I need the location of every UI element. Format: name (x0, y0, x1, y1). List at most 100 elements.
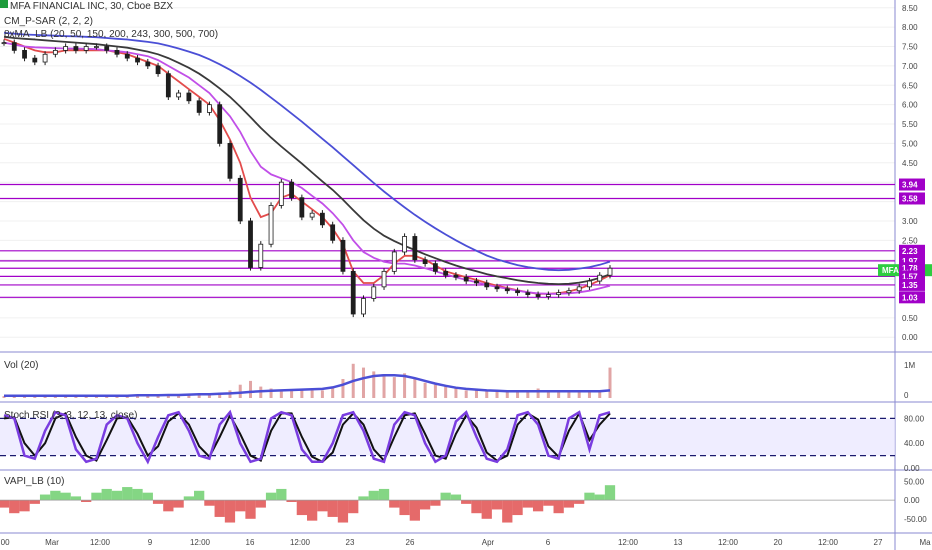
candle-body (176, 92, 182, 98)
candle-body (320, 212, 325, 226)
volume-bar (341, 379, 345, 398)
vapi-bar (450, 494, 462, 501)
stoch-label[interactable]: Stoch RSI (3, 3, 12, 13, close) (4, 410, 137, 421)
candle-body (463, 276, 469, 282)
level-tag-label: 3.94 (902, 181, 918, 190)
vapi-tick-label: 0.00 (904, 496, 920, 505)
volume-bar (536, 388, 540, 398)
candle-body (350, 270, 356, 315)
vapi-tick-label: 50.00 (904, 477, 925, 486)
volume-bar (290, 390, 294, 398)
price-tick-label: 4.50 (902, 159, 918, 168)
vapi-bar (594, 494, 605, 501)
volume-bar (567, 392, 571, 398)
candle-body (1, 42, 7, 45)
time-tick-label: Ma (919, 538, 931, 547)
volume-bar (382, 375, 386, 398)
vapi-bar (440, 492, 451, 501)
vapi-bar (276, 488, 287, 501)
time-tick-label: 26 (406, 538, 415, 547)
candle-body (63, 46, 69, 51)
candle-body (432, 263, 438, 272)
vapi-bar (235, 500, 246, 512)
candle-body (278, 181, 284, 206)
vapi-bar (348, 500, 359, 514)
candle-body (52, 49, 58, 55)
candle-body (587, 280, 592, 288)
candle-body (504, 288, 510, 292)
price-tick-label: 2.50 (902, 236, 918, 245)
time-tick-label: 12:00 (718, 538, 739, 547)
candle-body (104, 46, 110, 51)
vapi-bar (122, 487, 133, 501)
candle-body (299, 197, 305, 218)
candle-body (361, 298, 366, 315)
vapi-bar (461, 500, 472, 504)
time-tick-label: :00 (0, 538, 10, 547)
candle-body (73, 46, 79, 51)
candle-body (196, 100, 202, 113)
time-tick-label: 20 (774, 538, 783, 547)
time-tick-label: 12:00 (290, 538, 311, 547)
candle-body (268, 205, 274, 245)
time-tick-label: Apr (482, 538, 495, 547)
ma-indicator-label[interactable]: 8xMA_LB (20, 50, 150, 200, 243, 300, 500… (4, 29, 218, 40)
candle-body (135, 57, 140, 63)
vapi-bar (265, 492, 277, 501)
vapi-bar (50, 490, 61, 501)
vapi-bar (111, 490, 123, 501)
vapi-bar (389, 500, 400, 508)
vapi-bar (183, 496, 195, 501)
candle-body (453, 274, 459, 278)
vapi-label[interactable]: VAPI_LB (10) (4, 476, 64, 487)
vapi-bar (553, 500, 564, 514)
vapi-bar (532, 500, 544, 512)
volume-bar (516, 392, 520, 398)
volume-bar (249, 380, 253, 398)
vapi-bar (255, 500, 266, 508)
vapi-bar (378, 488, 390, 501)
vapi-bar (512, 500, 523, 516)
candle-body (422, 259, 428, 264)
price-tick-label: 7.00 (902, 62, 918, 71)
vapi-bar (409, 500, 420, 521)
stoch-tick-label: 80.00 (904, 414, 925, 423)
price-tick-label: 5.00 (902, 139, 918, 148)
volume-bar (485, 391, 489, 398)
volume-bar (413, 379, 417, 398)
candle-body (535, 294, 541, 297)
vapi-bar (574, 500, 585, 504)
vapi-bar (430, 500, 441, 506)
candle-body (381, 270, 387, 288)
candle-body (237, 177, 243, 222)
time-tick-label: 23 (346, 538, 355, 547)
price-tick-label: 8.50 (902, 4, 918, 13)
candle-body (474, 280, 479, 284)
volume-bar (320, 390, 324, 398)
level-tag-label: 3.58 (902, 194, 918, 203)
candle-body (94, 46, 99, 48)
sar-indicator-label[interactable]: CM_P-SAR (2, 2, 2) (4, 16, 93, 27)
vapi-bar (307, 500, 318, 521)
candle-body (114, 49, 120, 55)
vapi-bar (522, 500, 533, 508)
vapi-bar (296, 500, 307, 516)
vapi-bar (173, 500, 184, 508)
candle-body (556, 292, 562, 296)
vapi-bar (543, 500, 554, 506)
vapi-bar (132, 488, 143, 501)
time-tick-label: Mar (45, 538, 59, 547)
time-tick-label: 12:00 (818, 538, 839, 547)
candle-body (11, 42, 17, 51)
live-indicator-icon (0, 0, 8, 8)
volume-bar (495, 391, 499, 398)
candle-body (42, 53, 48, 63)
time-tick-label: 12:00 (90, 538, 111, 547)
price-tick-label: 3.00 (902, 217, 918, 226)
vapi-bar (604, 485, 616, 501)
trading-chart[interactable]: 8.508.007.507.006.506.005.505.004.504.00… (0, 0, 932, 550)
volume-bar (444, 386, 448, 398)
volume-label[interactable]: Vol (20) (4, 360, 38, 371)
candle-body (443, 270, 449, 276)
volume-bar (423, 382, 427, 398)
